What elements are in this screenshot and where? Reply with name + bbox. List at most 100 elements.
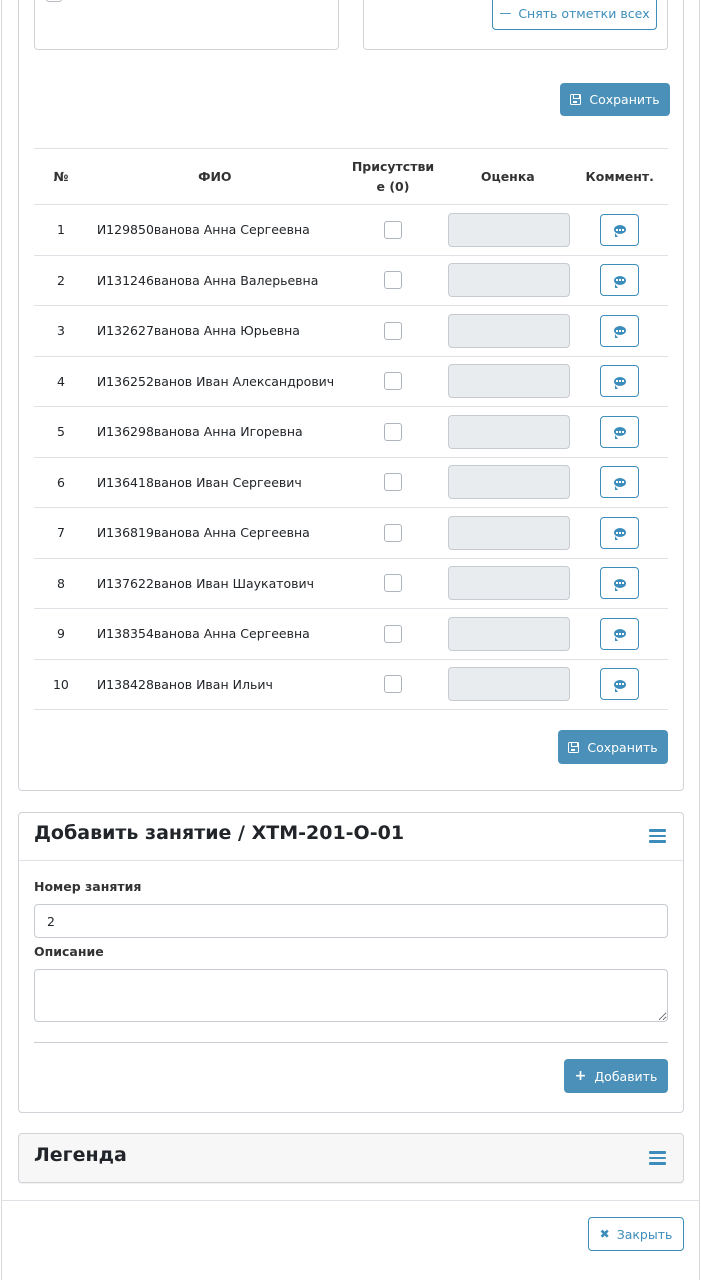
presence-checkbox[interactable] — [383, 372, 402, 391]
comment-icon — [613, 326, 626, 339]
plus-icon: + — [574, 1068, 587, 1084]
save-label: Сохранить — [587, 739, 658, 755]
comment-button[interactable] — [600, 365, 640, 398]
student-name: И136298ванова Анна Игоревна — [87, 406, 342, 458]
lesson-number-label: Номер занятия — [34, 879, 142, 894]
student-name: И129850ванова Анна Сергеевна — [87, 204, 342, 256]
add-lesson-button[interactable]: + Добавить — [564, 1059, 668, 1093]
presence-checkbox[interactable] — [383, 523, 402, 542]
column-header-grade: Оценка — [444, 148, 572, 205]
comment-button[interactable] — [600, 314, 640, 347]
student-name: И137622ванов Иван Шаукатович — [87, 558, 342, 609]
close-button[interactable]: ✖ Закрыть — [588, 1217, 684, 1251]
column-header-comment: Коммент. — [571, 148, 668, 205]
row-number: 4 — [34, 356, 88, 407]
table-header-row: № ФИО Присутстви е (0) Оценка Коммент. — [34, 148, 668, 205]
student-name: И136252ванов Иван Александрович — [87, 356, 342, 407]
save-button-top[interactable]: Сохранить — [560, 83, 670, 116]
comment-icon — [613, 629, 626, 642]
row-number: 2 — [34, 255, 88, 306]
add-lesson-title: Добавить занятие / ХТМ-201-О-01 — [34, 822, 405, 844]
table-row: 5 И136298ванова Анна Игоревна — [34, 406, 668, 458]
modal-footer-divider — [1, 1200, 700, 1201]
uncheck-all-label: Снять отметки всех — [518, 5, 650, 21]
description-textarea[interactable] — [34, 969, 668, 1022]
row-number: 3 — [34, 305, 88, 357]
add-label: Добавить — [594, 1068, 658, 1084]
row-number: 6 — [34, 457, 88, 508]
table-row: 2 И131246ванова Анна Валерьевна — [34, 255, 668, 306]
presence-checkbox[interactable] — [383, 321, 402, 340]
save-button-bottom[interactable]: Сохранить — [558, 730, 668, 764]
select-all-checkbox[interactable] — [46, 0, 62, 2]
attendance-table: № ФИО Присутстви е (0) Оценка Коммент. 1… — [34, 148, 668, 710]
comment-icon — [613, 528, 626, 541]
comment-icon — [613, 376, 626, 389]
comment-icon — [613, 427, 626, 440]
add-lesson-card: Добавить занятие / ХТМ-201-О-01 Номер за… — [18, 812, 684, 1113]
column-header-presence[interactable]: Присутстви е (0) — [341, 148, 445, 205]
lesson-number-input[interactable] — [34, 904, 668, 938]
grade-input[interactable] — [448, 414, 571, 449]
table-row: 3 И132627ванова Анна Юрьевна — [34, 305, 668, 357]
student-name: И136418ванов Иван Сергеевич — [87, 457, 342, 508]
table-row: 4 И136252ванов Иван Александрович — [34, 356, 668, 407]
menu-icon[interactable] — [649, 1151, 666, 1165]
add-lesson-header: Добавить занятие / ХТМ-201-О-01 — [19, 813, 683, 861]
grade-input[interactable] — [448, 263, 571, 298]
comment-button[interactable] — [600, 567, 640, 600]
student-name: И138428ванов Иван Ильич — [87, 659, 342, 710]
comment-button[interactable] — [600, 617, 640, 650]
menu-icon[interactable] — [649, 829, 666, 843]
student-name: И136819ванова Анна Сергеевна — [87, 507, 342, 559]
save-label: Сохранить — [589, 92, 660, 107]
row-number: 5 — [34, 406, 88, 458]
comment-icon — [613, 679, 626, 692]
form-divider — [34, 1042, 668, 1043]
close-icon: ✖ — [599, 1227, 610, 1241]
row-number: 8 — [34, 558, 88, 609]
comment-button[interactable] — [600, 668, 640, 701]
presence-checkbox[interactable] — [383, 220, 402, 239]
presence-checkbox[interactable] — [383, 624, 402, 643]
uncheck-all-button[interactable]: — Снять отметки всех — [492, 0, 657, 30]
column-header-fio: ФИО — [87, 148, 342, 205]
table-row: 10 И138428ванов Иван Ильич — [34, 659, 668, 710]
description-label: Описание — [34, 944, 104, 959]
comment-button[interactable] — [600, 213, 640, 246]
close-label: Закрыть — [616, 1226, 673, 1242]
grade-input[interactable] — [448, 465, 571, 500]
presence-checkbox[interactable] — [383, 574, 402, 593]
presence-checkbox[interactable] — [383, 422, 402, 441]
grade-input[interactable] — [448, 667, 571, 702]
grade-input[interactable] — [448, 313, 571, 348]
grade-input[interactable] — [448, 212, 571, 247]
comment-icon — [613, 578, 626, 591]
grade-input[interactable] — [448, 566, 571, 601]
row-number: 9 — [34, 608, 88, 660]
row-number: 7 — [34, 507, 88, 559]
grade-input[interactable] — [448, 364, 571, 399]
presence-checkbox[interactable] — [383, 473, 402, 492]
save-icon — [568, 741, 580, 753]
filter-panel-left — [34, 0, 339, 50]
row-number: 1 — [34, 204, 88, 256]
table-row: 9 И138354ванова Анна Сергеевна — [34, 608, 668, 660]
legend-card[interactable]: Легенда — [18, 1133, 684, 1183]
student-name: И131246ванова Анна Валерьевна — [87, 255, 342, 306]
grade-input[interactable] — [448, 515, 571, 550]
comment-icon — [613, 275, 626, 288]
table-row: 1 И129850ванова Анна Сергеевна — [34, 204, 668, 256]
legend-title: Легенда — [34, 1144, 127, 1166]
comment-button[interactable] — [600, 466, 640, 499]
grade-input[interactable] — [448, 616, 571, 651]
student-name: И132627ванова Анна Юрьевна — [87, 305, 342, 357]
presence-checkbox[interactable] — [383, 271, 402, 290]
minus-icon: — — [499, 6, 512, 20]
comment-button[interactable] — [600, 516, 640, 549]
save-icon — [570, 94, 582, 105]
comment-button[interactable] — [600, 415, 640, 448]
comment-button[interactable] — [600, 264, 640, 297]
presence-checkbox[interactable] — [383, 675, 402, 694]
student-name: И138354ванова Анна Сергеевна — [87, 608, 342, 660]
